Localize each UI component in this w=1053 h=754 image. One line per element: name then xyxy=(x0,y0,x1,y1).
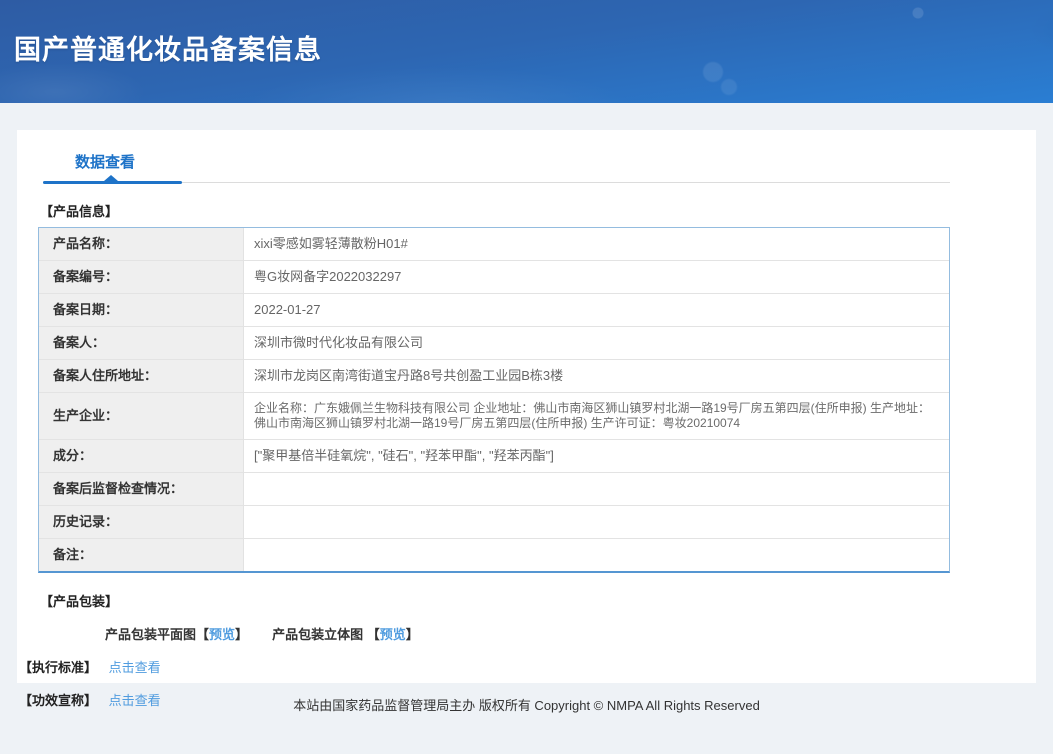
efficacy-view-link[interactable]: 点击查看 xyxy=(109,693,161,708)
table-row-ingredients: 成分： ["聚甲基倍半硅氧烷", "硅石", "羟苯甲酯", "羟苯丙酯"] xyxy=(39,440,949,473)
row-label: 生产企业： xyxy=(39,393,244,440)
row-label: 历史记录： xyxy=(39,506,244,539)
row-label: 备案后监督检查情况： xyxy=(39,473,244,506)
packaging-section: 【产品包装】 产品包装平面图【预览】 产品包装立体图 【预览】 xyxy=(38,591,950,643)
table-row-supervision-check: 备案后监督检查情况： xyxy=(39,473,949,506)
tab-strip: 数据查看 xyxy=(43,130,950,184)
section-title-standard: 【执行标准】 xyxy=(19,660,98,675)
section-title-product-info: 【产品信息】 xyxy=(40,204,119,219)
tab-divider xyxy=(43,175,950,184)
section-title-packaging: 【产品包装】 xyxy=(40,594,119,609)
table-row-registration-number: 备案编号： 粤G妆网备字2022032297 xyxy=(39,261,949,294)
table-row-remarks: 备注： xyxy=(39,539,949,571)
row-value xyxy=(244,506,949,539)
bracket-open: 【 xyxy=(196,627,210,642)
section-title-efficacy: 【功效宣称】 xyxy=(19,693,98,708)
table-row-product-name: 产品名称： xixi零感如雾轻薄散粉H01# xyxy=(39,228,949,261)
row-value: 深圳市微时代化妆品有限公司 xyxy=(244,327,949,360)
row-label: 备案人住所地址： xyxy=(39,360,244,393)
packaging-3d-item: 产品包装立体图 【预览】 xyxy=(272,627,419,642)
table-row-registrant-address: 备案人住所地址： 深圳市龙岗区南湾街道宝丹路8号共创盈工业园B栋3楼 xyxy=(39,360,949,393)
packaging-3d-preview-link[interactable]: 预览 xyxy=(380,627,406,642)
bracket-close: 】 xyxy=(235,627,249,642)
product-info-table: 产品名称： xixi零感如雾轻薄散粉H01# 备案编号： 粤G妆网备字20220… xyxy=(38,227,950,573)
row-value xyxy=(244,539,949,571)
table-row-manufacturer: 生产企业： 企业名称：广东娥佩兰生物科技有限公司 企业地址：佛山市南海区狮山镇罗… xyxy=(39,393,949,440)
row-value: 深圳市龙岗区南湾街道宝丹路8号共创盈工业园B栋3楼 xyxy=(244,360,949,393)
row-label: 备案编号： xyxy=(39,261,244,294)
row-value: ["聚甲基倍半硅氧烷", "硅石", "羟苯甲酯", "羟苯丙酯"] xyxy=(244,440,949,473)
table-row-history: 历史记录： xyxy=(39,506,949,539)
row-value: 2022-01-27 xyxy=(244,294,949,327)
tab-active-underline xyxy=(43,175,182,184)
row-label: 成分： xyxy=(39,440,244,473)
product-info-section: 【产品信息】 产品名称： xixi零感如雾轻薄散粉H01# 备案编号： 粤G妆网… xyxy=(38,201,950,573)
packaging-flat-preview-link[interactable]: 预览 xyxy=(209,627,235,642)
row-value xyxy=(244,473,949,506)
table-row-registration-date: 备案日期： 2022-01-27 xyxy=(39,294,949,327)
row-label: 备注： xyxy=(39,539,244,571)
row-value: xixi零感如雾轻薄散粉H01# xyxy=(244,228,949,261)
row-label: 备案人： xyxy=(39,327,244,360)
tab-pointer-triangle xyxy=(104,175,118,181)
bracket-close: 】 xyxy=(405,627,419,642)
row-value: 企业名称：广东娥佩兰生物科技有限公司 企业地址：佛山市南海区狮山镇罗村北湖一路1… xyxy=(244,393,949,440)
row-label: 备案日期： xyxy=(39,294,244,327)
standard-view-link[interactable]: 点击查看 xyxy=(109,660,161,675)
page-title: 国产普通化妆品备案信息 xyxy=(14,35,322,65)
bracket-open: 【 xyxy=(366,627,380,642)
page-header: 国产普通化妆品备案信息 xyxy=(0,0,1053,103)
content-card: 数据查看 【产品信息】 产品名称： xixi零感如雾轻薄散粉H01# 备案编号：… xyxy=(17,130,1036,708)
packaging-flat-item: 产品包装平面图【预览】 xyxy=(105,627,248,642)
table-row-registrant: 备案人： 深圳市微时代化妆品有限公司 xyxy=(39,327,949,360)
row-label: 产品名称： xyxy=(39,228,244,261)
packaging-3d-label: 产品包装立体图 xyxy=(272,627,364,642)
packaging-row: 产品包装平面图【预览】 产品包装立体图 【预览】 xyxy=(105,624,950,643)
row-value: 粤G妆网备字2022032297 xyxy=(244,261,949,294)
packaging-flat-label: 产品包装平面图 xyxy=(105,627,197,642)
standard-section: 【执行标准】 点击查看 xyxy=(19,657,1036,676)
